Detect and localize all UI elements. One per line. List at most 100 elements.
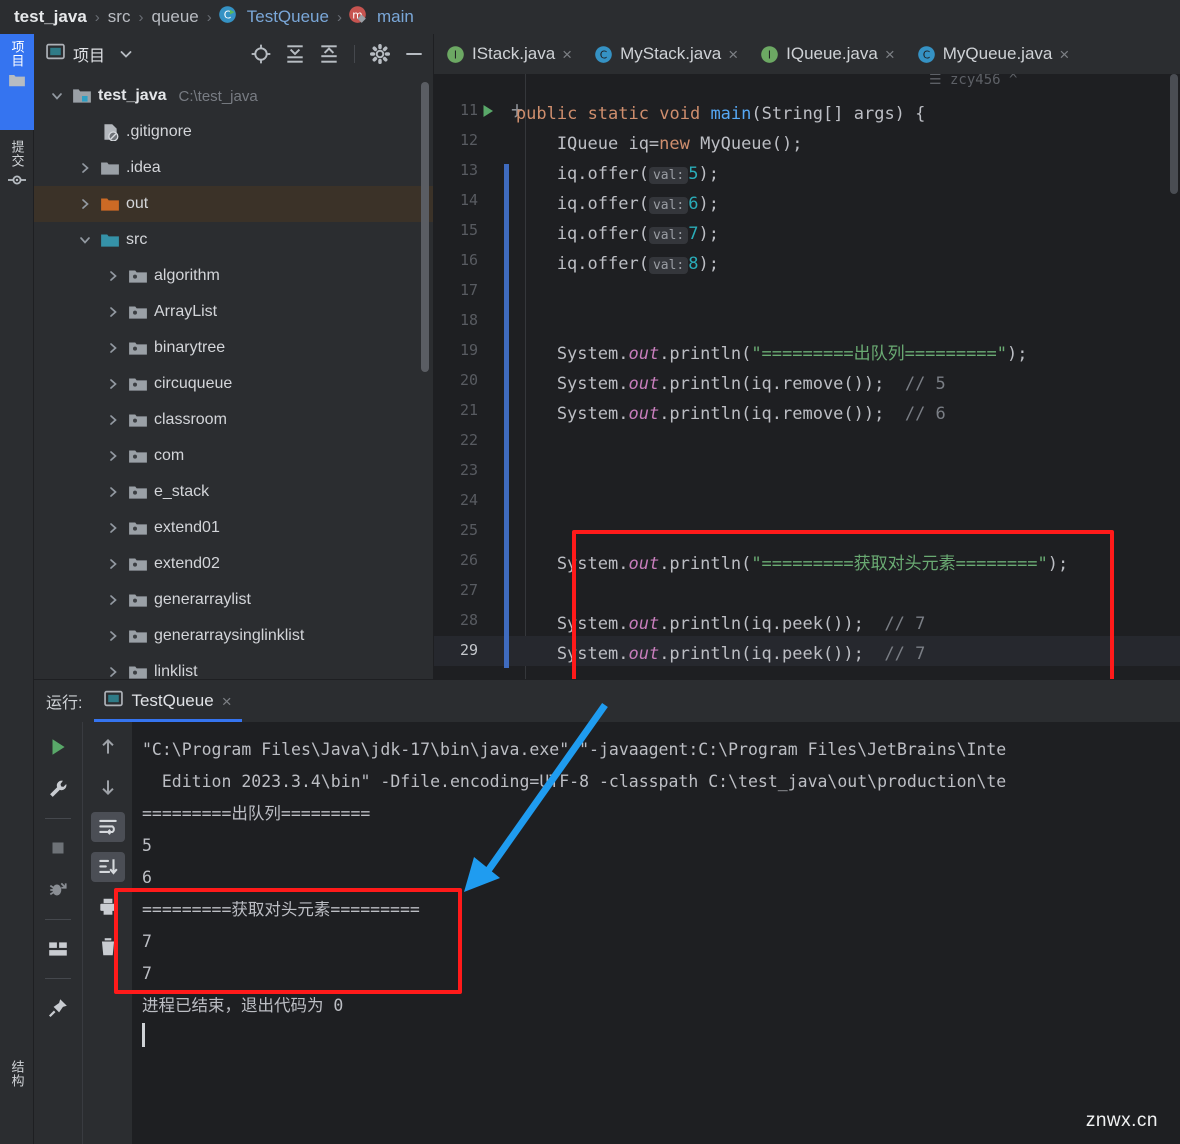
breadcrumb-item-method[interactable]: main	[375, 7, 416, 27]
tree-row[interactable]: generarraysinglinklist	[34, 618, 433, 654]
editor-tab[interactable]: C MyQueue.java ×	[905, 34, 1080, 74]
svg-text:I: I	[768, 48, 771, 61]
breadcrumb-item-src[interactable]: src	[106, 7, 133, 27]
tree-row[interactable]: classroom	[34, 402, 433, 438]
tree-row[interactable]: extend02	[34, 546, 433, 582]
line-number: 27	[459, 581, 478, 599]
chevron-right-icon[interactable]	[104, 305, 122, 319]
project-panel-header: 项目	[34, 34, 433, 74]
collapse-all-icon[interactable]	[316, 41, 342, 67]
close-icon[interactable]: ×	[222, 693, 232, 710]
console-line: =========出队列=========	[142, 804, 371, 823]
tree-row[interactable]: e_stack	[34, 474, 433, 510]
arrow-up-icon[interactable]	[91, 732, 125, 762]
chevron-down-icon[interactable]	[48, 89, 66, 103]
close-icon[interactable]: ×	[562, 46, 572, 63]
chevron-right-icon[interactable]	[104, 593, 122, 607]
project-tree[interactable]: test_java C:\test_java .gitignore .idea out s…	[34, 74, 433, 679]
soft-wrap-icon[interactable]	[90, 812, 125, 842]
tree-row[interactable]: algorithm	[34, 258, 433, 294]
code-line[interactable]: iq.offer(val: 5);	[434, 159, 1094, 191]
left-tool-strip: 项目 提交 结构	[0, 34, 34, 1144]
rerun-failed-tests-icon[interactable]	[41, 875, 75, 905]
expand-all-icon[interactable]	[282, 41, 308, 67]
chevron-right-icon[interactable]	[104, 269, 122, 283]
project-tree-scrollbar[interactable]	[421, 82, 429, 372]
editor-tab[interactable]: C MyStack.java ×	[582, 34, 748, 74]
run-tab-label: TestQueue	[131, 691, 214, 710]
close-icon[interactable]: ×	[885, 46, 895, 63]
code-line[interactable]: iq.offer(val: 8);	[434, 249, 1094, 281]
editor-scrollbar[interactable]	[1170, 74, 1178, 194]
chevron-right-icon[interactable]	[104, 485, 122, 499]
code-line[interactable]: System.out.println(iq.peek()); // 7	[434, 609, 1094, 639]
tree-row[interactable]: out	[34, 186, 433, 222]
minimize-icon[interactable]	[401, 41, 427, 67]
chevron-right-icon[interactable]	[76, 161, 94, 175]
chevron-right-icon[interactable]	[104, 377, 122, 391]
console-output[interactable]: "C:\Program Files\Java\jdk-17\bin\java.e…	[132, 722, 1180, 1144]
editor-tab[interactable]: I IStack.java ×	[434, 34, 582, 74]
code-line[interactable]: System.out.println("=========获取对头元素=====…	[434, 549, 1094, 579]
code-line[interactable]: public static void main(String[] args) {	[434, 99, 1094, 129]
chevron-down-icon[interactable]	[76, 233, 94, 247]
breadcrumb-item-project[interactable]: test_java	[12, 7, 89, 27]
code-line[interactable]: System.out.println(iq.peek()); // 7	[434, 639, 1094, 669]
chevron-right-icon[interactable]	[104, 665, 122, 679]
scroll-to-end-icon[interactable]	[90, 852, 125, 882]
tree-row[interactable]: .idea	[34, 150, 433, 186]
tree-row[interactable]: .gitignore	[34, 114, 433, 150]
tree-row[interactable]: binarytree	[34, 330, 433, 366]
breadcrumb-item-queue[interactable]: queue	[149, 7, 200, 27]
trash-icon[interactable]	[91, 932, 125, 962]
run-icon[interactable]	[41, 732, 75, 762]
chevron-right-icon[interactable]	[104, 557, 122, 571]
chevron-right-icon[interactable]	[104, 341, 122, 355]
code-token: 7	[688, 224, 699, 244]
sidebar-item-commit[interactable]: 提交	[0, 134, 34, 212]
stop-icon[interactable]	[41, 833, 75, 863]
code-line[interactable]: System.out.println(iq.remove()); // 5	[434, 369, 1094, 399]
arrow-down-icon[interactable]	[91, 772, 125, 802]
sidebar-item-project[interactable]: 项目	[0, 34, 34, 130]
run-tab-testqueue[interactable]: TestQueue ×	[94, 680, 242, 722]
tree-row-label: com	[154, 447, 185, 464]
tree-row[interactable]: com	[34, 438, 433, 474]
code-line[interactable]: IQueue iq=new MyQueue();	[434, 129, 1094, 159]
print-icon[interactable]	[91, 892, 125, 922]
close-icon[interactable]: ×	[1059, 46, 1069, 63]
tree-row[interactable]: extend01	[34, 510, 433, 546]
tree-row[interactable]: test_java C:\test_java	[34, 78, 433, 114]
sidebar-item-structure[interactable]: 结构	[0, 1054, 34, 1124]
code-token: .println(iq.peek());	[659, 614, 885, 634]
gear-icon[interactable]	[367, 41, 393, 67]
locate-icon[interactable]	[248, 41, 274, 67]
close-icon[interactable]: ×	[728, 46, 738, 63]
wrench-icon[interactable]	[41, 774, 75, 804]
tree-row-label: classroom	[154, 411, 227, 428]
chevron-right-icon[interactable]	[104, 449, 122, 463]
editor-tab[interactable]: I IQueue.java ×	[748, 34, 905, 74]
code-line[interactable]: System.out.println("=========出队列========…	[434, 339, 1094, 369]
code-line[interactable]: iq.offer(val: 7);	[434, 219, 1094, 251]
layout-settings-icon[interactable]	[41, 934, 75, 964]
code-token: );	[1007, 344, 1028, 364]
chevron-right-icon[interactable]	[104, 629, 122, 643]
code-line[interactable]: System.out.println(iq.remove()); // 6	[434, 399, 1094, 429]
breadcrumb-item-class[interactable]: TestQueue	[245, 7, 331, 27]
pin-icon[interactable]	[41, 993, 75, 1023]
chevron-right-icon[interactable]	[104, 413, 122, 427]
code-line[interactable]: iq.offer(val: 6);	[434, 189, 1094, 221]
chevron-right-icon[interactable]	[104, 521, 122, 535]
chevron-right-icon[interactable]	[76, 197, 94, 211]
tree-row-label: extend01	[154, 519, 220, 536]
tree-row[interactable]: linklist	[34, 654, 433, 679]
chevron-down-icon[interactable]	[113, 41, 139, 67]
tree-row[interactable]: generarraylist	[34, 582, 433, 618]
tree-row[interactable]: circuqueue	[34, 366, 433, 402]
tree-row[interactable]: src	[34, 222, 433, 258]
code-token: System.	[434, 554, 629, 574]
tree-row[interactable]: ArrayList	[34, 294, 433, 330]
code-editor[interactable]: ☰ zcy456 ^ 11 public static void main(St…	[434, 74, 1180, 679]
tree-row-label: out	[126, 195, 149, 212]
